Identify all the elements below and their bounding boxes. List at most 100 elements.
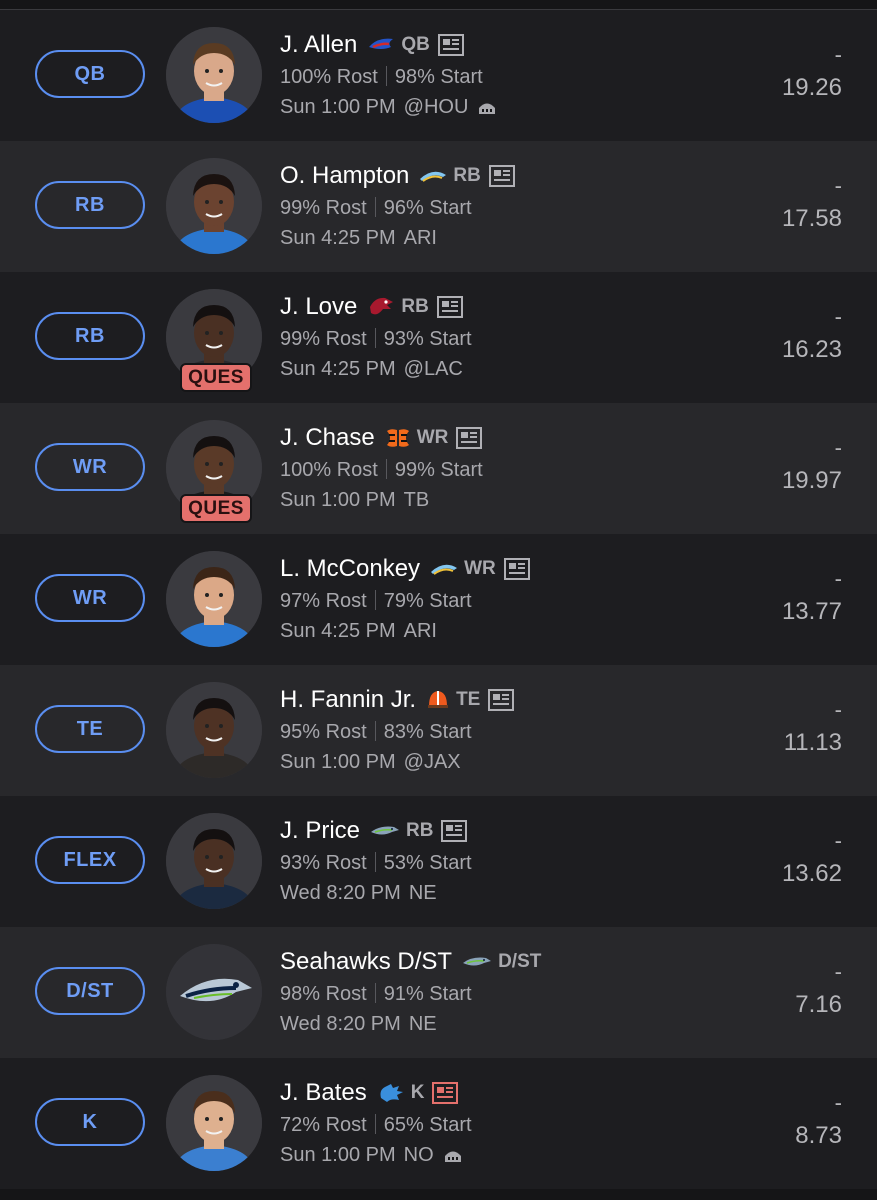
actual-score: - [834,959,842,984]
news-icon[interactable] [437,34,464,56]
game-day: Sun [280,489,316,511]
slot-button[interactable]: RB [35,181,145,229]
news-icon[interactable] [503,558,530,580]
game-time: 4:25 PM [321,227,396,249]
chargers-logo-icon [430,562,458,576]
actual-score: - [834,173,842,198]
news-icon[interactable] [436,296,463,318]
projected-score: 7.16 [795,991,842,1018]
projected-score: 19.26 [781,74,842,101]
game-time: 1:00 PM [321,96,396,118]
player-avatar[interactable] [166,27,262,123]
projected-score: 8.73 [795,1122,842,1149]
player-name[interactable]: J. Bates [280,1079,367,1107]
player-position: QB [401,34,430,55]
player-avatar[interactable] [166,813,262,909]
opponent: ARI [403,227,437,249]
player-position: WR [464,558,496,579]
slot-button[interactable]: QB [35,50,145,98]
news-icon[interactable] [488,165,515,187]
game-time: 1:00 PM [321,1144,396,1166]
player-position: RB [401,296,429,317]
player-row[interactable]: QB J. Allen QB 100% Rost 98% Start Sun 1:… [0,10,877,141]
rostered-pct: 97% Rost [280,590,367,612]
player-row[interactable]: TE H. Fannin Jr. TE 95% Rost 83% Start Su… [0,665,877,796]
slot-button[interactable]: TE [35,705,145,753]
started-pct: 83% Start [383,721,472,743]
player-row[interactable]: WR QUES J. Chase WR 100% Rost 99% Start S… [0,403,877,534]
player-name[interactable]: J. Price [280,817,360,845]
player-row[interactable]: K J. Bates K 72% Rost 65% Start Sun 1:00 … [0,1058,877,1189]
lions-logo-icon [377,1082,405,1104]
slot-button[interactable]: WR [35,443,145,491]
player-row[interactable]: RB QUES J. Love RB 99% Rost 93% Start Sun… [0,272,877,403]
player-position: K [410,1082,425,1103]
player-name[interactable]: Seahawks D/ST [280,948,452,976]
game-time: 4:25 PM [321,620,396,642]
actual-score: - [834,42,842,67]
slot-button[interactable]: RB [35,312,145,360]
player-name[interactable]: J. Chase [280,424,375,452]
news-icon[interactable] [456,427,483,449]
questionable-badge: QUES [180,363,252,392]
slot-button[interactable]: D/ST [35,967,145,1015]
rostered-pct: 95% Rost [280,721,367,743]
rostered-pct: 100% Rost [280,459,378,481]
player-position: TE [456,689,481,710]
questionable-badge: QUES [180,494,252,523]
player-row[interactable]: WR L. McConkey WR 97% Rost 79% Start Sun … [0,534,877,665]
news-icon[interactable] [488,689,515,711]
actual-score: - [834,1090,842,1115]
dome-icon [444,1147,462,1163]
player-avatar[interactable] [166,551,262,647]
player-row[interactable]: FLEX J. Price RB 93% Rost 53% Start Wed 8… [0,796,877,927]
player-position: D/ST [498,951,542,972]
player-avatar[interactable] [166,1075,262,1171]
started-pct: 98% Start [394,66,483,88]
slot-button[interactable]: K [35,1098,145,1146]
player-name[interactable]: J. Allen [280,31,357,59]
opponent: NE [408,1013,437,1035]
slot-button[interactable]: WR [35,574,145,622]
projected-score: 11.13 [783,729,842,756]
game-day: Sun [280,358,316,380]
game-day: Wed [280,882,321,904]
game-time: 4:25 PM [321,358,396,380]
slot-button[interactable]: FLEX [35,836,145,884]
cardinals-logo-icon [367,295,395,319]
game-day: Sun [280,751,316,773]
player-position: RB [453,165,481,186]
projected-score: 17.58 [781,205,842,232]
dome-icon [478,99,496,115]
game-day: Sun [280,620,316,642]
bills-logo-icon [367,35,395,55]
player-row[interactable]: RB O. Hampton RB 99% Rost 96% Start Sun 4… [0,141,877,272]
started-pct: 96% Start [383,197,472,219]
game-time: 8:20 PM [326,882,401,904]
game-time: 1:00 PM [321,489,396,511]
player-name[interactable]: H. Fannin Jr. [280,686,416,714]
game-day: Sun [280,96,316,118]
player-avatar[interactable] [166,682,262,778]
player-name[interactable]: L. McConkey [280,555,420,583]
rostered-pct: 93% Rost [280,852,367,874]
actual-score: - [834,566,842,591]
actual-score: - [834,697,842,722]
game-day: Wed [280,1013,321,1035]
projected-score: 13.62 [781,860,842,887]
started-pct: 79% Start [383,590,472,612]
news-icon[interactable] [441,820,468,842]
started-pct: 91% Start [383,983,472,1005]
player-name[interactable]: O. Hampton [280,162,409,190]
browns-logo-icon [426,688,450,712]
rostered-pct: 100% Rost [280,66,378,88]
rostered-pct: 99% Rost [280,197,367,219]
news-icon[interactable] [432,1082,459,1104]
team-avatar[interactable] [166,944,262,1040]
opponent: @HOU [403,96,469,118]
player-row[interactable]: D/ST Seahawks D/ST D/ST 98% Rost 91% Star… [0,927,877,1058]
player-name[interactable]: J. Love [280,293,357,321]
started-pct: 65% Start [383,1114,472,1136]
rostered-pct: 99% Rost [280,328,367,350]
player-avatar[interactable] [166,158,262,254]
